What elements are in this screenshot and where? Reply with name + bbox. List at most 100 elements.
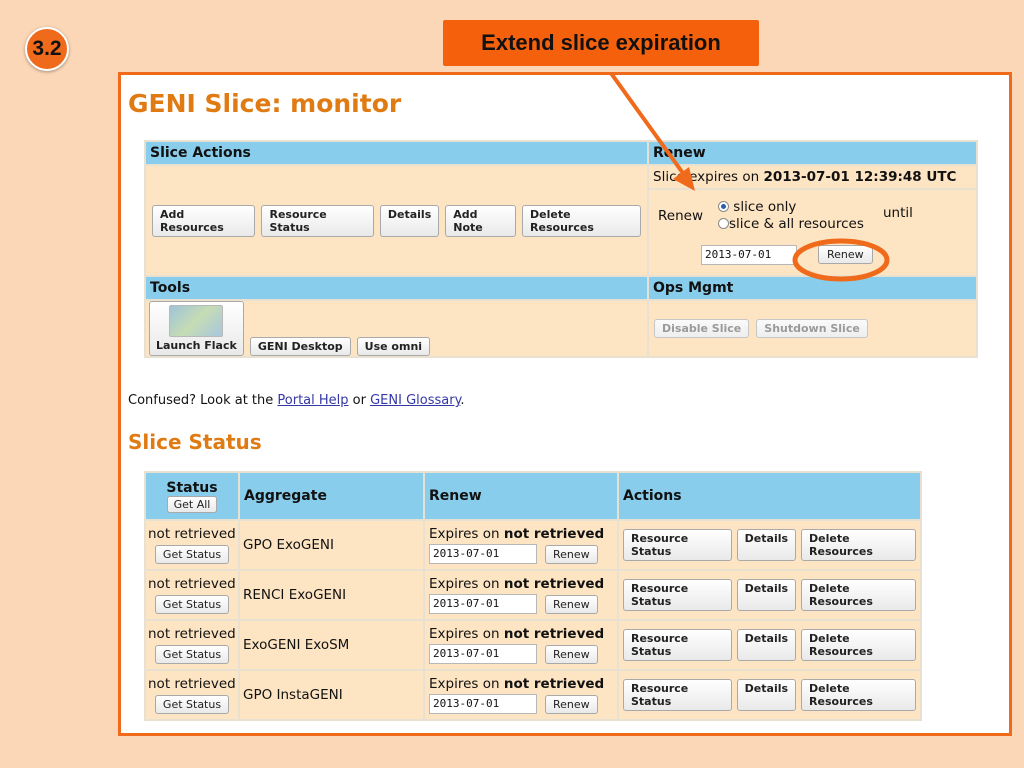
expires-value: not retrieved bbox=[503, 526, 605, 542]
expires-value: not retrieved bbox=[503, 576, 605, 592]
details-button[interactable]: Details bbox=[379, 204, 440, 237]
renew-cell: Expires on not retrieved 2013-07-01 Renew bbox=[423, 519, 619, 571]
tools-header: Tools bbox=[144, 275, 649, 301]
get-status-button[interactable]: Get Status bbox=[154, 645, 230, 664]
details-button[interactable]: Details bbox=[736, 579, 797, 611]
actions-cell: Resource Status Details Delete Resources bbox=[617, 619, 922, 671]
add-resources-button[interactable]: Add Resources bbox=[152, 204, 256, 237]
geni-glossary-link[interactable]: GENI Glossary bbox=[370, 393, 460, 408]
use-omni-button[interactable]: Use omni bbox=[356, 337, 431, 356]
radio-slice-only[interactable]: slice only bbox=[718, 199, 864, 216]
renew-controls: 2013-07-01 Renew bbox=[429, 544, 613, 564]
expires-prefix: Slice expires on bbox=[653, 169, 764, 186]
row-action-buttons: Resource Status Details Delete Resources bbox=[623, 579, 916, 611]
actions-cell: Resource Status Details Delete Resources bbox=[617, 569, 922, 621]
tools-buttons: Launch Flack GENI Desktop Use omni bbox=[149, 301, 644, 356]
renew-aggregate-button[interactable]: Renew bbox=[545, 594, 598, 614]
aggregate-cell: GPO InstaGENI bbox=[238, 669, 425, 721]
details-button[interactable]: Details bbox=[736, 629, 797, 661]
table-row: not retrieved Get Status GPO ExoGENI Expire… bbox=[144, 519, 922, 571]
delete-resources-button[interactable]: Delete Resources bbox=[801, 629, 916, 661]
radio-slice-and-all-resources[interactable]: slice & all resources bbox=[718, 216, 864, 233]
launch-flack-label: Launch Flack bbox=[156, 339, 237, 352]
status-column-header: Status Get All bbox=[144, 471, 240, 521]
actions-cell: Resource Status Details Delete Resources bbox=[617, 669, 922, 721]
step-number-badge: 3.2 bbox=[25, 27, 69, 71]
expires-value: not retrieved bbox=[503, 626, 605, 642]
resource-status-button[interactable]: Resource Status bbox=[261, 204, 374, 237]
radio-selected-icon[interactable] bbox=[718, 201, 729, 213]
table-row: not retrieved Get Status ExoGENI ExoSM Expi… bbox=[144, 619, 922, 671]
status-cell: not retrieved Get Status bbox=[144, 569, 240, 621]
get-status-button[interactable]: Get Status bbox=[154, 595, 230, 614]
aggregate-expiration: Expires on not retrieved bbox=[429, 626, 613, 642]
aggregate-column-header: Aggregate bbox=[238, 471, 425, 521]
expires-prefix: Expires on bbox=[429, 626, 504, 642]
tools-cell: Launch Flack GENI Desktop Use omni bbox=[144, 299, 649, 358]
aggregate-cell: GPO ExoGENI bbox=[238, 519, 425, 571]
radio-unselected-icon[interactable] bbox=[718, 218, 729, 230]
renew-date-field[interactable]: 2013-07-01 bbox=[701, 245, 797, 266]
renew-date-field[interactable]: 2013-07-01 bbox=[429, 644, 537, 664]
help-prefix: Confused? Look at the bbox=[128, 393, 278, 408]
row-action-buttons: Resource Status Details Delete Resources bbox=[623, 629, 916, 661]
ops-mgmt-header: Ops Mgmt bbox=[647, 275, 978, 301]
status-rows: not retrieved Get Status GPO ExoGENI Expire… bbox=[144, 519, 922, 721]
renew-aggregate-button[interactable]: Renew bbox=[545, 694, 598, 714]
status-text: not retrieved bbox=[148, 626, 236, 642]
renew-date-field[interactable]: 2013-07-01 bbox=[429, 594, 537, 614]
slice-control-table: Slice Actions Renew Add Resources Resour… bbox=[144, 140, 978, 358]
radio-slice-only-label: slice only bbox=[733, 199, 797, 216]
renew-aggregate-button[interactable]: Renew bbox=[545, 644, 598, 664]
renew-controls: 2013-07-01 Renew bbox=[429, 694, 613, 714]
resource-status-button[interactable]: Resource Status bbox=[623, 579, 732, 611]
page-title: GENI Slice: monitor bbox=[128, 89, 402, 118]
aggregate-cell: RENCI ExoGENI bbox=[238, 569, 425, 621]
renew-column-header: Renew bbox=[423, 471, 619, 521]
aggregate-expiration: Expires on not retrieved bbox=[429, 576, 613, 592]
row-action-buttons: Resource Status Details Delete Resources bbox=[623, 529, 916, 561]
shutdown-slice-button[interactable]: Shutdown Slice bbox=[756, 319, 868, 338]
resource-status-button[interactable]: Resource Status bbox=[623, 629, 732, 661]
ops-mgmt-buttons: Disable Slice Shutdown Slice bbox=[654, 319, 971, 338]
details-button[interactable]: Details bbox=[736, 679, 797, 711]
resource-status-button[interactable]: Resource Status bbox=[623, 529, 732, 561]
radio-slice-all-label: slice & all resources bbox=[729, 216, 864, 233]
aggregate-cell: ExoGENI ExoSM bbox=[238, 619, 425, 671]
add-note-button[interactable]: Add Note bbox=[445, 204, 517, 237]
help-suffix: . bbox=[460, 393, 465, 408]
renew-aggregate-button[interactable]: Renew bbox=[545, 544, 598, 564]
expires-prefix: Expires on bbox=[429, 676, 504, 692]
details-button[interactable]: Details bbox=[736, 529, 797, 561]
renew-header: Renew bbox=[647, 140, 978, 166]
status-header-label: Status bbox=[166, 479, 218, 496]
table-row: not retrieved Get Status GPO InstaGENI Expi… bbox=[144, 669, 922, 721]
aggregate-expiration: Expires on not retrieved bbox=[429, 676, 613, 692]
renew-cell: Expires on not retrieved 2013-07-01 Renew bbox=[423, 619, 619, 671]
get-status-button[interactable]: Get Status bbox=[154, 695, 230, 714]
expires-prefix: Expires on bbox=[429, 526, 504, 542]
help-middle: or bbox=[348, 393, 371, 408]
portal-help-link[interactable]: Portal Help bbox=[277, 393, 348, 408]
disable-slice-button[interactable]: Disable Slice bbox=[654, 319, 750, 338]
geni-desktop-button[interactable]: GENI Desktop bbox=[249, 337, 351, 356]
browser-screenshot-frame: GENI Slice: monitor Slice Actions Renew … bbox=[118, 72, 1012, 736]
delete-resources-button[interactable]: Delete Resources bbox=[522, 204, 641, 237]
delete-resources-button[interactable]: Delete Resources bbox=[801, 579, 916, 611]
status-text: not retrieved bbox=[148, 576, 236, 592]
renew-date-field[interactable]: 2013-07-01 bbox=[429, 694, 537, 714]
resource-status-button[interactable]: Resource Status bbox=[623, 679, 732, 711]
delete-resources-button[interactable]: Delete Resources bbox=[801, 679, 916, 711]
until-label: until bbox=[883, 205, 913, 222]
get-all-button[interactable]: Get All bbox=[166, 495, 218, 513]
renew-slice-button[interactable]: Renew bbox=[818, 245, 873, 265]
expires-value: not retrieved bbox=[503, 676, 605, 692]
status-text: not retrieved bbox=[148, 676, 236, 692]
launch-flack-button[interactable]: Launch Flack bbox=[149, 301, 244, 356]
renew-scope-options: slice only slice & all resources bbox=[718, 199, 864, 233]
status-cell: not retrieved Get Status bbox=[144, 519, 240, 571]
get-status-button[interactable]: Get Status bbox=[154, 545, 230, 564]
renew-date-field[interactable]: 2013-07-01 bbox=[429, 544, 537, 564]
slice-actions-cell: Add Resources Resource Status Details Ad… bbox=[144, 164, 649, 277]
delete-resources-button[interactable]: Delete Resources bbox=[801, 529, 916, 561]
